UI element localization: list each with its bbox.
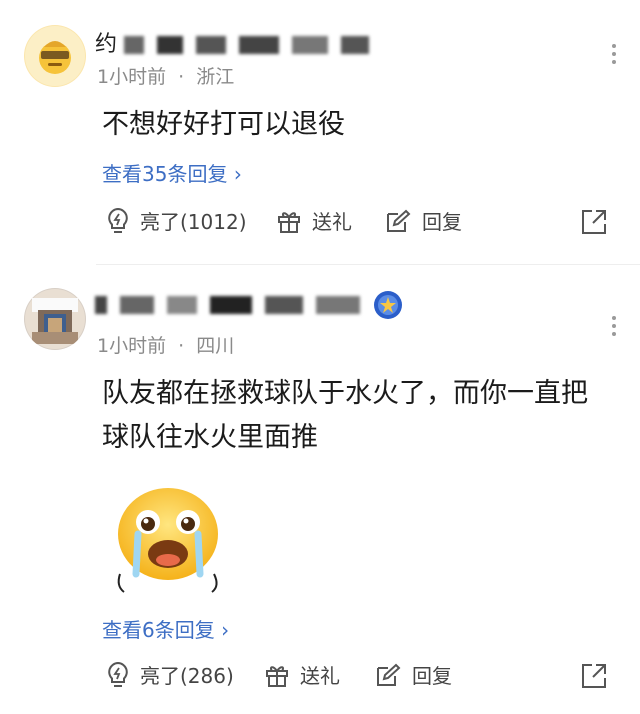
crying-emoji-sticker[interactable] bbox=[110, 482, 230, 606]
redacted-username bbox=[196, 36, 227, 54]
gift-label: 送礼 bbox=[300, 664, 340, 688]
redacted-username bbox=[265, 296, 303, 314]
comment-meta: 1小时前 · 浙江 bbox=[97, 62, 234, 89]
user-avatar[interactable] bbox=[24, 288, 86, 350]
like-button[interactable]: 亮了(286) bbox=[106, 660, 234, 689]
more-vertical-icon[interactable] bbox=[610, 40, 618, 68]
redacted-username bbox=[167, 296, 197, 314]
star-badge-icon bbox=[374, 291, 402, 319]
redacted-username bbox=[210, 296, 252, 314]
share-icon bbox=[582, 664, 606, 688]
username[interactable]: 约 bbox=[95, 26, 375, 58]
comment-card: 约 1小时前 · 浙江 不想好好打可以退役 查看35条回复 › 亮了(1012) bbox=[0, 0, 640, 265]
comment-text: 不想好好打可以退役 bbox=[102, 103, 610, 147]
gift-label: 送礼 bbox=[312, 210, 352, 234]
reply-button[interactable]: 回复 bbox=[374, 660, 452, 689]
reply-button[interactable]: 回复 bbox=[384, 206, 462, 235]
gift-button[interactable]: 送礼 bbox=[264, 660, 340, 689]
crying-emoji-icon bbox=[117, 488, 218, 593]
redacted-username bbox=[341, 36, 370, 54]
comment-text-line: 不想好好打可以退役 bbox=[102, 109, 345, 140]
comment-location: 浙江 bbox=[196, 66, 235, 88]
redacted-username bbox=[292, 36, 329, 54]
redacted-username bbox=[239, 36, 280, 54]
like-count: 亮了(286) bbox=[140, 664, 234, 688]
redacted-username bbox=[157, 36, 184, 54]
comment-text-line: 球队往水火里面推 bbox=[102, 422, 318, 453]
photo-avatar-icon bbox=[25, 289, 85, 349]
action-bar: 亮了(286) 送礼 回复 bbox=[0, 656, 640, 696]
comment-divider bbox=[96, 264, 640, 265]
user-avatar[interactable] bbox=[24, 25, 86, 87]
redacted-username bbox=[124, 36, 145, 54]
gift-icon bbox=[278, 211, 300, 233]
action-bar: 亮了(1012) 送礼 回复 bbox=[0, 202, 640, 242]
pencil-icon bbox=[377, 663, 401, 686]
comment-card: 1小时前 · 四川 队友都在拯救球队于水火了，而你一直把 球队往水火里面推 查看… bbox=[0, 266, 640, 714]
comment-location: 四川 bbox=[196, 335, 235, 357]
view-replies-link[interactable]: 查看6条回复 › bbox=[102, 614, 229, 643]
comment-time: 1小时前 bbox=[97, 335, 167, 357]
comment-time: 1小时前 bbox=[97, 66, 167, 88]
pencil-icon bbox=[387, 209, 411, 232]
chevron-right-icon: › bbox=[233, 162, 242, 186]
meta-separator: · bbox=[178, 66, 185, 88]
meta-separator: · bbox=[178, 335, 185, 357]
more-vertical-icon[interactable] bbox=[610, 312, 618, 340]
redacted-username bbox=[95, 296, 107, 314]
comment-text: 队友都在拯救球队于水火了，而你一直把 球队往水火里面推 bbox=[102, 372, 610, 460]
comment-text-line: 队友都在拯救球队于水火了，而你一直把 bbox=[102, 378, 588, 409]
share-button[interactable] bbox=[580, 208, 608, 240]
lightbulb-icon bbox=[108, 661, 128, 687]
emoji-cap-avatar-icon bbox=[25, 26, 85, 86]
gift-button[interactable]: 送礼 bbox=[276, 206, 352, 235]
share-icon bbox=[582, 210, 606, 234]
view-replies-link[interactable]: 查看35条回复 › bbox=[102, 158, 242, 187]
share-button[interactable] bbox=[580, 662, 608, 694]
comment-meta: 1小时前 · 四川 bbox=[97, 331, 234, 358]
chevron-right-icon: › bbox=[221, 618, 230, 642]
username-text: 约 bbox=[95, 32, 118, 57]
gift-icon bbox=[266, 665, 288, 687]
username[interactable] bbox=[95, 290, 403, 320]
reply-label: 回复 bbox=[412, 664, 452, 688]
redacted-username bbox=[316, 296, 360, 314]
like-button[interactable]: 亮了(1012) bbox=[106, 206, 247, 235]
view-replies-label: 查看6条回复 bbox=[102, 618, 222, 642]
like-count: 亮了(1012) bbox=[140, 210, 247, 234]
lightbulb-icon bbox=[108, 207, 128, 233]
redacted-username bbox=[120, 296, 154, 314]
view-replies-label: 查看35条回复 bbox=[102, 162, 234, 186]
reply-label: 回复 bbox=[422, 210, 462, 234]
